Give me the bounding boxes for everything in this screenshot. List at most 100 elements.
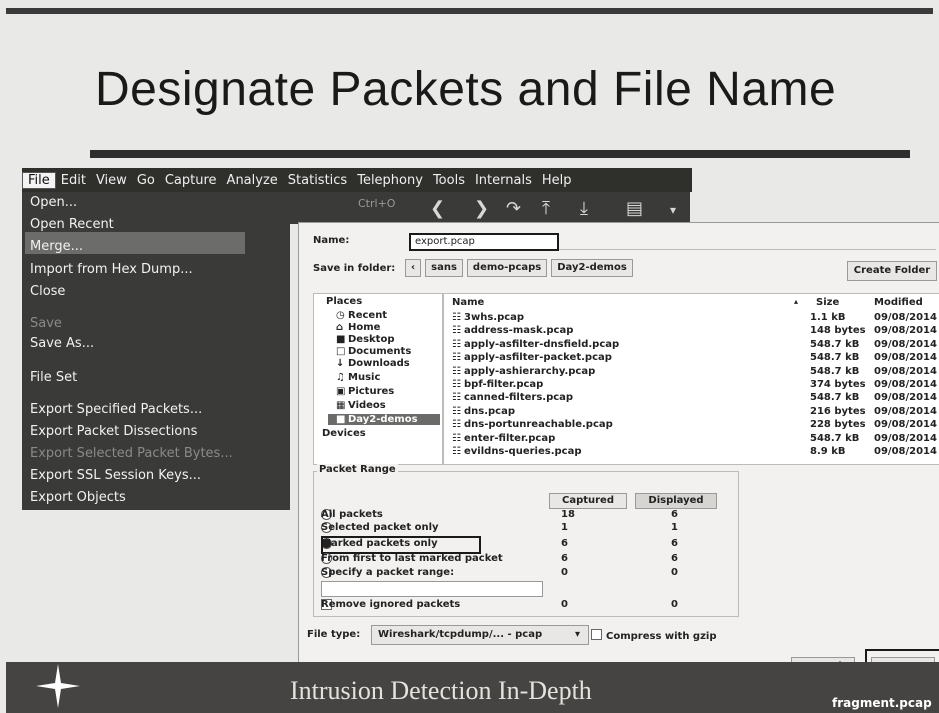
file-row[interactable]: ☷ bpf-filter.pcap 374 bytes 09/08/2014 [444,379,939,391]
displayed-toggle[interactable]: Displayed [635,493,717,509]
remove-ignored[interactable]: Remove ignored packets 0 0 [321,599,721,612]
file-size: 228 bytes [810,419,866,431]
place-label: Videos [348,400,386,411]
places-pane: Places ◷ Recent ⌂ Home ■ Desktop □ Documents… [313,293,443,465]
breadcrumb-day2-demos[interactable]: Day2-demos [551,259,633,277]
breadcrumb-demo-pcaps[interactable]: demo-pcaps [466,259,548,277]
forward-icon[interactable]: ❯ [474,198,489,219]
menu-internals[interactable]: Internals [470,173,537,188]
file-row[interactable]: ☷ dns-portunreachable.pcap 228 bytes 09/08/… [444,419,939,431]
place-day2-demos[interactable]: ■ Day2-demos [328,414,440,425]
file-icon: ☷ [452,365,461,377]
file-type-select[interactable]: Wireshark/tcpdump/... - pcap ▾ [371,625,589,645]
file-icon: ☷ [452,432,461,444]
file-row[interactable]: ☷ dns.pcap 216 bytes 09/08/2014 [444,406,939,418]
menu-item-save-as[interactable]: Save As... [30,336,94,351]
file-modified: 09/08/2014 [874,352,937,364]
file-row[interactable]: ☷ enter-filter.pcap 548.7 kB 09/08/2014 [444,433,939,445]
menu-item-export-dissections[interactable]: Export Packet Dissections [30,424,197,439]
packet-range-input[interactable] [321,581,543,597]
menu-go[interactable]: Go [132,173,160,188]
captured-toggle[interactable]: Captured [549,493,627,509]
file-row[interactable]: ☷ address-mask.pcap 148 bytes 09/08/2014 [444,325,939,337]
export-dialog: Name: export.pcap Save in folder: ‹ sans… [298,222,939,689]
file-size: 548.7 kB [810,365,860,377]
place-desktop[interactable]: ■ Desktop [336,334,395,345]
document-icon: □ [336,346,346,357]
menu-capture[interactable]: Capture [160,173,222,188]
menu-item-export-objects[interactable]: Export Objects [30,490,126,505]
file-icon: ☷ [452,352,461,364]
file-row[interactable]: ☷ 3whs.pcap 1.1 kB 09/08/2014 [444,312,939,324]
file-icon: ☷ [452,446,461,457]
column-name[interactable]: Name [452,297,484,308]
menu-help[interactable]: Help [537,173,577,188]
more-icon[interactable]: ▾ [670,203,676,217]
file-name: apply-asfilter-dnsfield.pcap [464,338,620,350]
menu-item-merge[interactable]: Merge... [30,239,83,254]
back-icon[interactable]: ❮ [430,198,445,219]
menu-item-export-specified[interactable]: Export Specified Packets... [30,402,202,417]
breadcrumb-back[interactable]: ‹ [405,259,422,277]
file-row[interactable]: ☷ apply-ashierarchy.pcap 548.7 kB 09/08/201… [444,366,939,378]
place-music[interactable]: ♫ Music [336,372,380,383]
footer-filename: fragment.pcap [832,696,932,710]
column-size[interactable]: Size [816,297,839,308]
file-row[interactable]: ☷ canned-filters.pcap 548.7 kB 09/08/2014 [444,392,939,404]
column-modified[interactable]: Modified [874,297,923,308]
menu-tools[interactable]: Tools [428,173,470,188]
range-captured: 6 [561,553,568,564]
file-name: canned-filters.pcap [464,392,574,404]
menu-item-close[interactable]: Close [30,284,65,299]
file-modified: 09/08/2014 [874,446,937,457]
menu-statistics[interactable]: Statistics [283,173,352,188]
menu-telephony[interactable]: Telephony [352,173,428,188]
range-specify[interactable]: Specify a packet range: 0 0 [321,567,721,580]
create-folder-button[interactable]: Create Folder [847,261,937,281]
file-name: 3whs.pcap [464,312,525,323]
breadcrumb-sans[interactable]: sans [425,259,463,277]
file-type-label: File type: [307,629,361,640]
slide-title: Designate Packets and File Name [95,63,837,116]
menu-view[interactable]: View [91,173,132,188]
menu-item-open-recent[interactable]: Open Recent [30,217,114,232]
place-documents[interactable]: □ Documents [336,346,411,357]
range-selected[interactable]: Selected packet only 1 1 [321,522,721,535]
menu-item-file-set[interactable]: File Set [30,370,77,385]
menu-edit[interactable]: Edit [56,173,91,188]
place-pictures[interactable]: ▣ Pictures [336,386,394,397]
go-first-icon[interactable]: ⤒ [542,198,550,219]
file-icon: ☷ [452,419,461,431]
file-size: 548.7 kB [810,432,860,444]
footer-title: Intrusion Detection In-Depth [290,676,592,705]
menu-analyze[interactable]: Analyze [222,173,283,188]
menu-item-open[interactable]: Open... [30,195,77,210]
top-rule [6,8,933,14]
place-label: Desktop [348,334,395,345]
file-type-value: Wireshark/tcpdump/... - pcap [378,629,543,640]
place-recent[interactable]: ◷ Recent [336,310,387,321]
go-last-icon[interactable]: ⤓ [580,198,588,219]
file-list: Name ▴ Size Modified ☷ 3whs.pcap 1.1 kB 09/… [443,293,939,465]
menu-item-import-hex[interactable]: Import from Hex Dump... [30,262,193,277]
folder-icon: ■ [336,334,346,345]
file-row[interactable]: ☷ apply-asfilter-dnsfield.pcap 548.7 kB 09/… [444,339,939,351]
jump-icon[interactable]: ↷ [506,198,521,219]
menu-file[interactable]: File [22,171,56,189]
place-home[interactable]: ⌂ Home [336,322,380,333]
file-row[interactable]: ☷ apply-asfilter-packet.pcap 548.7 kB 09/08… [444,352,939,364]
file-row[interactable]: ☷ evildns-queries.pcap 8.9 kB 09/08/2014 [444,446,939,458]
compress-gzip[interactable]: Compress with gzip [591,629,717,642]
packet-range-title: Packet Range [317,464,398,475]
autoscroll-icon[interactable]: ▤ [626,198,643,219]
file-modified: 09/08/2014 [874,379,937,390]
range-captured: 18 [561,509,575,520]
place-label: Day2-demos [348,414,418,425]
place-label: Pictures [348,386,395,397]
place-downloads[interactable]: ↓ Downloads [336,358,410,369]
range-all[interactable]: All packets 18 6 [321,509,721,522]
menu-item-export-ssl[interactable]: Export SSL Session Keys... [30,468,201,483]
range-first-to-last[interactable]: From first to last marked packet 6 6 [321,553,721,566]
place-videos[interactable]: ▦ Videos [336,400,386,411]
filename-input[interactable]: export.pcap [409,233,559,251]
